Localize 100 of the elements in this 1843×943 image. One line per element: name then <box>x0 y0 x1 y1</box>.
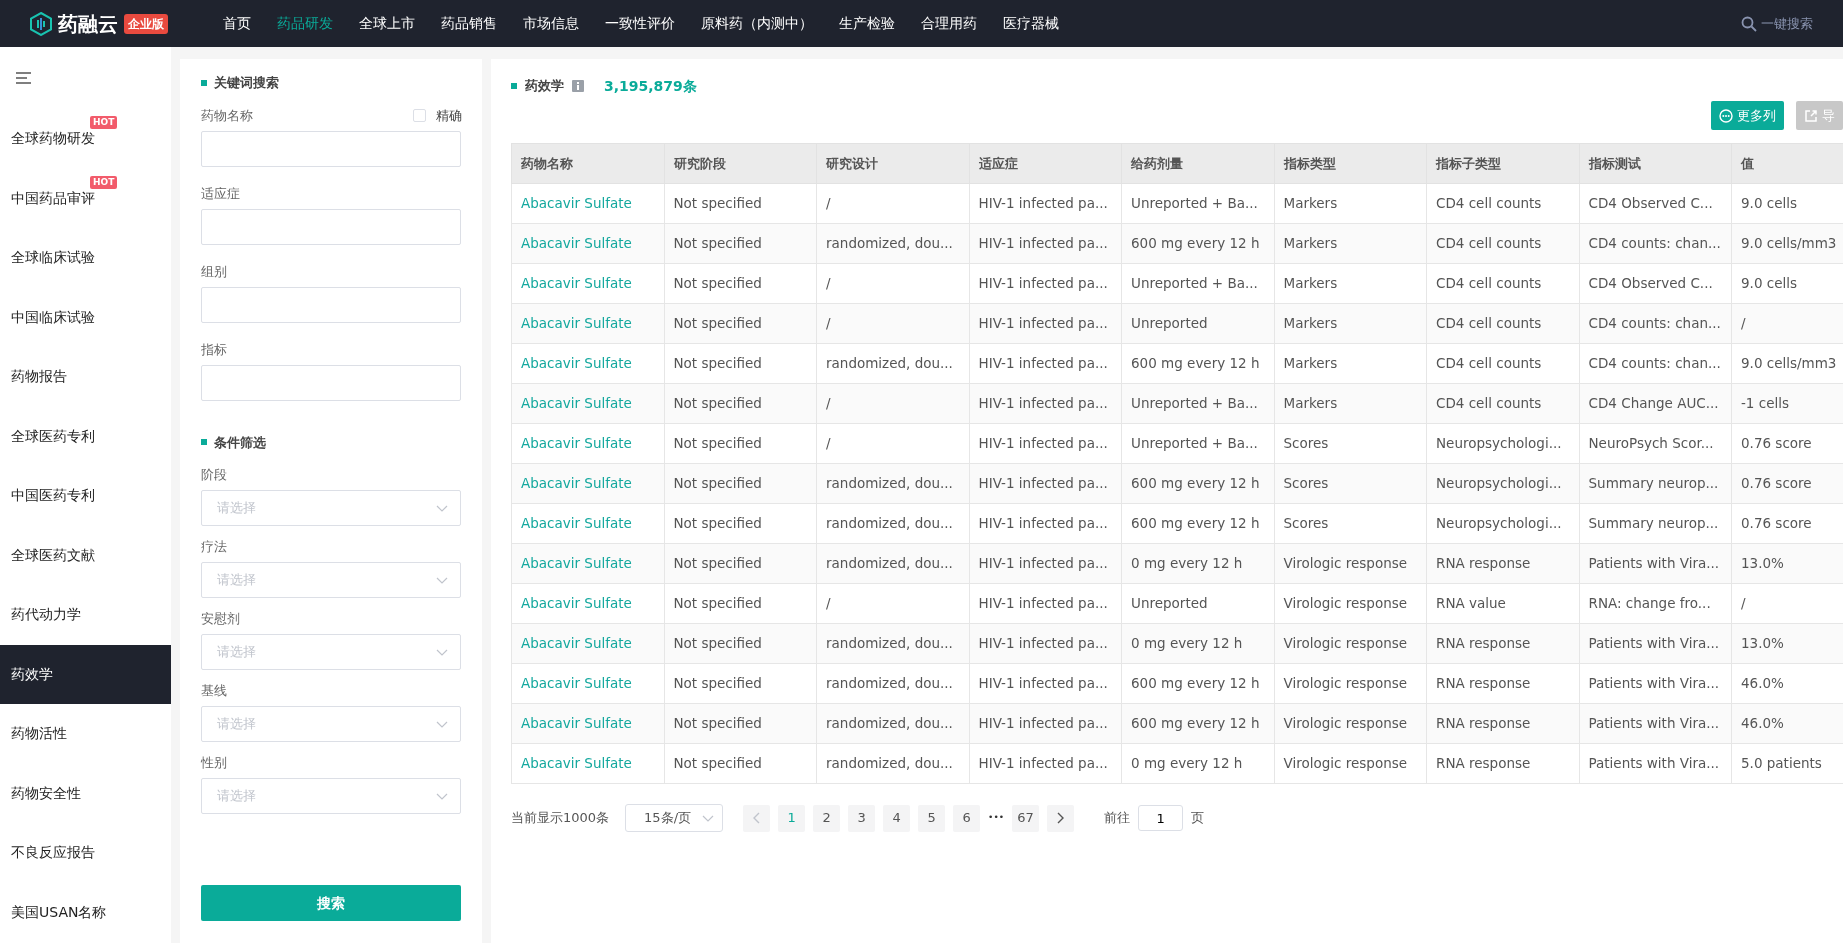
table-cell: Not specified <box>664 623 817 664</box>
field-label: 组别 <box>201 262 227 281</box>
table-cell: Markers <box>1274 223 1427 264</box>
chevron-down-icon <box>436 648 448 656</box>
table-cell: NeuroPsych Scor... <box>1579 423 1732 464</box>
next-page-button[interactable] <box>1047 804 1075 832</box>
table-cell: RNA response <box>1426 743 1579 784</box>
sidebar-item[interactable]: HOT 全球药物研发 <box>0 109 171 169</box>
table-cell: Scores <box>1274 463 1427 504</box>
table-cell: randomized, dou... <box>816 623 969 664</box>
page-button[interactable]: 6 <box>953 804 981 832</box>
table-cell: Not specified <box>664 383 817 424</box>
goto-label: 前往 <box>1104 809 1131 828</box>
text-input-field[interactable] <box>201 286 461 323</box>
table-cell: 600 mg every 12 h <box>1121 463 1274 504</box>
page-number-field[interactable]: 1 <box>1138 805 1184 831</box>
nav-link[interactable]: 全球上市 <box>346 13 428 34</box>
page-size-select[interactable]: 15条/页 <box>625 804 724 832</box>
text-input-field[interactable] <box>201 364 461 401</box>
logo-text: 药融云 <box>58 10 118 38</box>
table-cell: randomized, dou... <box>816 663 969 704</box>
text-input-field[interactable] <box>201 208 461 245</box>
field-label: 安慰剂 <box>201 610 240 629</box>
sidebar-item[interactable]: 药物活性 <box>0 704 171 764</box>
sidebar-item[interactable]: 美国USAN名称 <box>0 882 171 942</box>
table-cell: Markers <box>1274 183 1427 224</box>
table-cell: randomized, dou... <box>816 503 969 544</box>
table-cell: Patients with Vira... <box>1579 743 1732 784</box>
table-cell: Not specified <box>664 223 817 264</box>
table-cell: CD4 counts: chan... <box>1579 343 1732 384</box>
column-header: 指标子类型 <box>1426 143 1579 184</box>
table-cell: RNA response <box>1426 543 1579 584</box>
table-cell: 0 mg every 12 h <box>1121 743 1274 784</box>
table-cell: 13.0% <box>1731 543 1843 584</box>
info-icon[interactable] <box>572 80 584 92</box>
sidebar-item[interactable]: 全球医药文献 <box>0 525 171 585</box>
sidebar-item[interactable]: 药物报告 <box>0 347 171 407</box>
sidebar-item[interactable]: 药物安全性 <box>0 763 171 823</box>
table-cell: Unreported + Ba... <box>1121 263 1274 304</box>
column-header: 适应症 <box>969 143 1122 184</box>
search-icon <box>1741 15 1757 32</box>
table-cell: RNA response <box>1426 703 1579 744</box>
results-title: 药效学 <box>525 77 564 96</box>
page-button[interactable]: 4 <box>883 804 911 832</box>
table-cell: HIV-1 infected pa... <box>969 583 1122 624</box>
nav-link[interactable]: 药品研发 <box>264 13 346 34</box>
field-label: 性别 <box>201 754 227 773</box>
nav-link[interactable]: 首页 <box>210 13 264 34</box>
page-button[interactable]: 2 <box>813 804 841 832</box>
table-cell: Not specified <box>664 263 817 304</box>
table-cell: Virologic response <box>1274 543 1427 584</box>
table-cell: Scores <box>1274 503 1427 544</box>
column-header: 指标类型 <box>1274 143 1427 184</box>
global-search-link[interactable]: 一键搜索 <box>1741 13 1813 34</box>
table-cell: Summary neurop... <box>1579 503 1732 544</box>
field-label: 药物名称 <box>201 106 253 125</box>
table-cell: HIV-1 infected pa... <box>969 623 1122 664</box>
nav-link[interactable]: 药品销售 <box>428 13 510 34</box>
text-input-field[interactable] <box>201 130 461 167</box>
sidebar-item[interactable]: 不良反应报告 <box>0 823 171 883</box>
nav-link[interactable]: 医疗器械 <box>990 13 1072 34</box>
page-button[interactable]: 67 <box>1012 804 1040 832</box>
nav-link[interactable]: 合理用药 <box>908 13 990 34</box>
page-button[interactable]: 3 <box>848 804 876 832</box>
field-label: 适应症 <box>201 184 240 203</box>
table-cell: 600 mg every 12 h <box>1121 663 1274 704</box>
table-cell: 0.76 score <box>1731 463 1843 504</box>
sidebar-item[interactable]: 中国医药专利 <box>0 466 171 526</box>
sidebar-item[interactable]: 全球临床试验 <box>0 228 171 288</box>
nav-link[interactable]: 原料药（内测中） <box>688 13 826 34</box>
menu-icon[interactable] <box>16 72 31 84</box>
table-cell: randomized, dou... <box>816 703 969 744</box>
section-title: 关键词搜索 <box>214 74 279 92</box>
table-cell: 13.0% <box>1731 623 1843 664</box>
hot-badge: HOT <box>90 116 118 129</box>
chevron-left-icon <box>753 812 761 824</box>
nav-link[interactable]: 一致性评价 <box>592 13 688 34</box>
nav-link[interactable]: 生产检验 <box>826 13 908 34</box>
table-cell: Not specified <box>664 703 817 744</box>
sidebar-item[interactable]: 药代动力学 <box>0 585 171 645</box>
table-cell: Virologic response <box>1274 743 1427 784</box>
exact-match-checkbox[interactable]: 精确 <box>413 105 462 126</box>
nav-link[interactable]: 市场信息 <box>510 13 592 34</box>
table-cell: HIV-1 infected pa... <box>969 703 1122 744</box>
result-count: 3,195,879条 <box>604 76 697 96</box>
chevron-down-icon <box>436 576 448 584</box>
sidebar-item[interactable]: 药效学 <box>0 644 171 704</box>
table-cell: Not specified <box>664 583 817 624</box>
table-cell: / <box>816 383 969 424</box>
table-cell: Summary neurop... <box>1579 463 1732 504</box>
table-cell: Virologic response <box>1274 663 1427 704</box>
table-cell: RNA response <box>1426 623 1579 664</box>
previous-page-button[interactable] <box>743 804 771 832</box>
table-cell: randomized, dou... <box>816 463 969 504</box>
page-button[interactable]: 5 <box>918 804 946 832</box>
sidebar-item[interactable]: HOT 中国药品审评 <box>0 168 171 228</box>
sidebar-item[interactable]: 全球医药专利 <box>0 406 171 466</box>
table-cell: 0 mg every 12 h <box>1121 543 1274 584</box>
section-marker <box>511 83 517 89</box>
sidebar-item[interactable]: 中国临床试验 <box>0 287 171 347</box>
